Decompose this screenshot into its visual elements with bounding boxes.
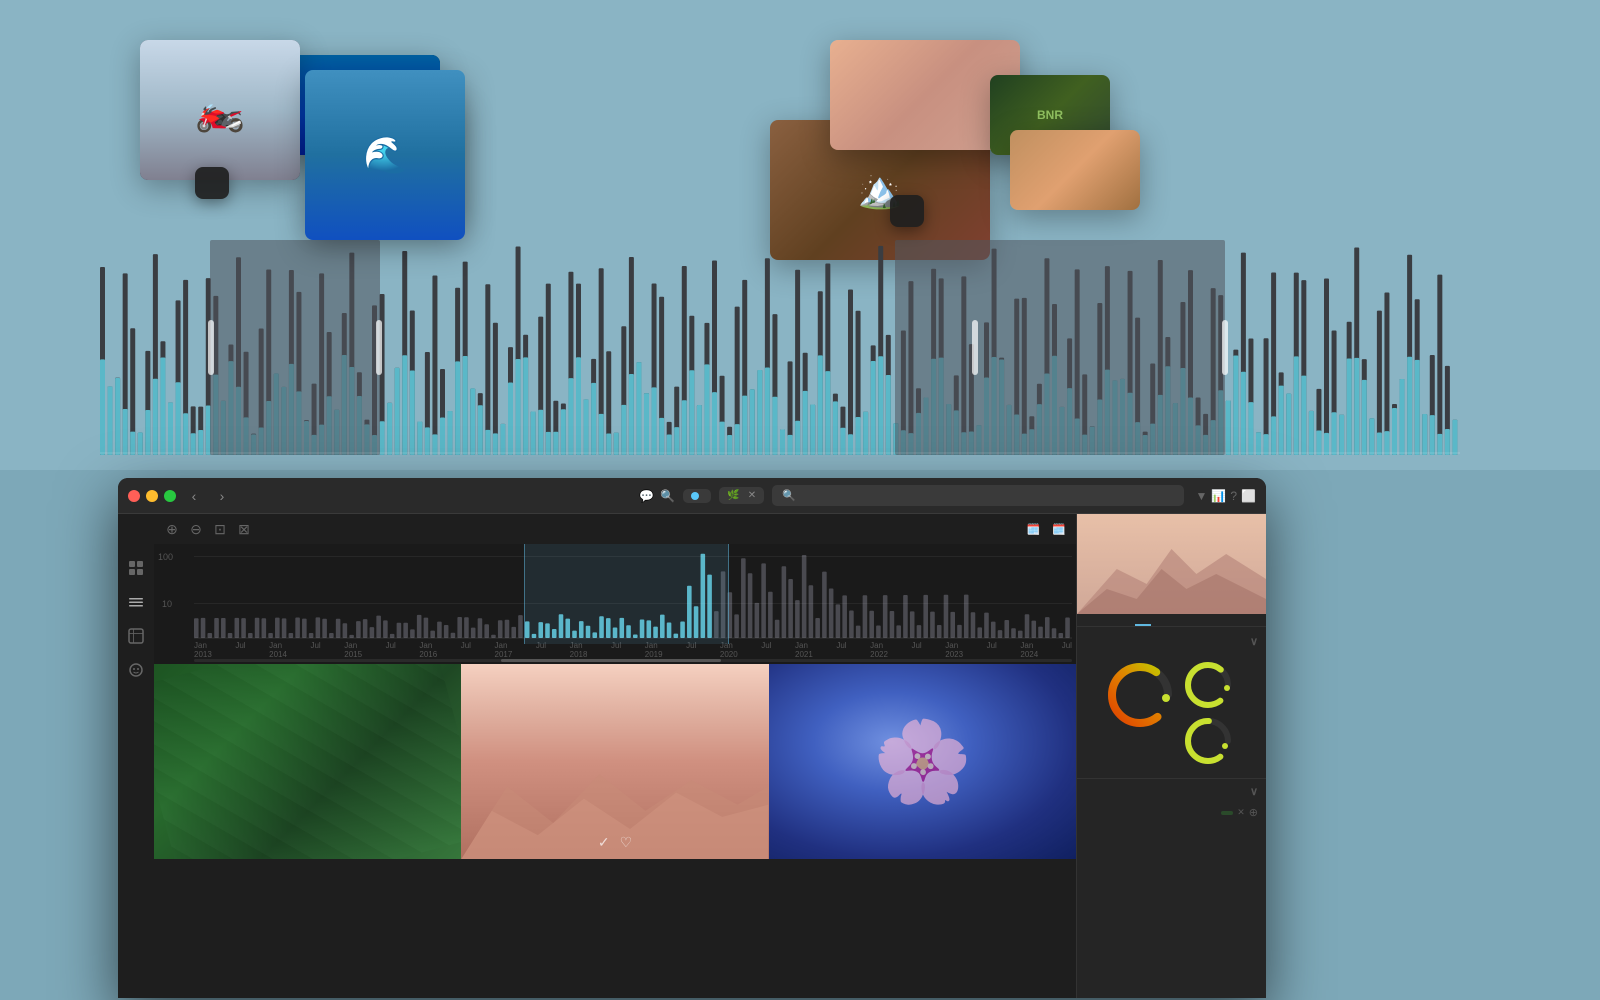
zoom-reset-button[interactable]: ⊠ (236, 521, 252, 537)
global-score-gauge (1105, 660, 1175, 766)
aesthetic-gauge (1183, 660, 1233, 710)
tab-edition[interactable] (1153, 614, 1169, 626)
content-section: ∨ ✕ ⊕ (1077, 778, 1266, 825)
add-icon[interactable] (124, 522, 148, 546)
split-icon[interactable]: ⬜ (1241, 489, 1256, 503)
sidebar (118, 514, 154, 998)
help-icon[interactable]: ? (1230, 489, 1237, 503)
traffic-lights (128, 490, 176, 502)
global-gauge-visual (1105, 660, 1175, 730)
preview-tooltip-right (890, 195, 924, 227)
app-window: ‹ › 💬 🔍 🌿 ✕ 🔍 ▼ 📊 (118, 478, 1266, 998)
filter-icon[interactable]: ▼ (1196, 489, 1208, 503)
content-collapse[interactable]: ∨ (1250, 785, 1258, 798)
mini-timeline-chart: 100 10 Jan2013 (154, 544, 1076, 664)
date-range: 🗓️ 🗓️ (1019, 523, 1066, 536)
content-area: ⊕ ⊖ ⊡ ⊠ 🗓️ 🗓️ 100 (118, 514, 1266, 998)
nav-back-button[interactable]: ‹ (184, 486, 204, 506)
close-button[interactable] (128, 490, 140, 502)
photo-preview-motocross: 🏍️ (140, 40, 300, 180)
search-box[interactable]: 🔍 (772, 485, 1183, 506)
category-value: ✕ ⊕ (1221, 806, 1258, 819)
face-view-icon[interactable] (124, 658, 148, 682)
grid-view-icon[interactable] (124, 556, 148, 580)
aesthetic-header: ∨ (1085, 635, 1258, 648)
tab-iptc[interactable] (1117, 614, 1133, 626)
photo-preview-pool: 🌊 (305, 70, 465, 240)
outdoor-natural-filter[interactable]: 🌿 ✕ (719, 487, 764, 504)
zoom-out-button[interactable]: ⊖ (188, 521, 204, 537)
category-edit[interactable]: ✕ (1237, 807, 1245, 818)
tab-general[interactable] (1081, 614, 1097, 626)
timeline-view-icon[interactable] (124, 590, 148, 614)
technical-gauge (1183, 716, 1233, 766)
filter-dot (691, 492, 699, 500)
maximize-button[interactable] (164, 490, 176, 502)
image-cell-3[interactable]: 🌸 (769, 664, 1076, 859)
tab-exif[interactable] (1099, 614, 1115, 626)
thumbnail-preview (1077, 514, 1266, 614)
main-chart-area: ⊕ ⊖ ⊡ ⊠ 🗓️ 🗓️ 100 (154, 514, 1076, 998)
image-grid: ✓ ♡ 🌸 (154, 664, 1076, 859)
all-sources-filter[interactable] (683, 489, 711, 503)
heart-icon[interactable]: ♡ (620, 834, 633, 851)
category-add[interactable]: ⊕ (1249, 806, 1258, 819)
preview-tooltip-left (195, 167, 229, 199)
metadata-tabs (1077, 614, 1266, 627)
side-gauges (1183, 660, 1239, 766)
search-icon[interactable]: 🔍 (660, 489, 675, 503)
big-timeline-chart (100, 240, 1460, 455)
zoom-in-button[interactable]: ⊕ (164, 521, 180, 537)
tab-ai[interactable] (1135, 614, 1151, 626)
nav-forward-button[interactable]: › (212, 486, 232, 506)
nature-badge (1221, 811, 1233, 815)
checkmark-icon[interactable]: ✓ (598, 834, 610, 851)
right-panel: ∨ (1076, 514, 1266, 998)
aesthetic-section: ∨ (1077, 627, 1266, 778)
gauges-container (1085, 656, 1258, 770)
histogram-icon[interactable]: 📊 (1211, 489, 1226, 503)
image-cell-1[interactable] (154, 664, 461, 859)
minimize-button[interactable] (146, 490, 158, 502)
chat-icon[interactable]: 💬 (639, 489, 654, 503)
map-view-icon[interactable] (124, 624, 148, 648)
category-row: ✕ ⊕ (1085, 806, 1258, 819)
filter-close[interactable]: ✕ (748, 490, 756, 501)
photo-preview-tennis (1010, 130, 1140, 210)
content-header: ∨ (1085, 785, 1258, 798)
technical-mini-gauge (1183, 716, 1239, 766)
image-cell-2[interactable]: ✓ ♡ (461, 664, 768, 859)
title-bar: ‹ › 💬 🔍 🌿 ✕ 🔍 ▼ 📊 (118, 478, 1266, 514)
zoom-fit-button[interactable]: ⊡ (212, 521, 228, 537)
aesthetic-mini-gauge (1183, 660, 1239, 710)
section-collapse[interactable]: ∨ (1250, 635, 1258, 648)
chart-toolbar: ⊕ ⊖ ⊡ ⊠ 🗓️ 🗓️ (154, 514, 1076, 544)
